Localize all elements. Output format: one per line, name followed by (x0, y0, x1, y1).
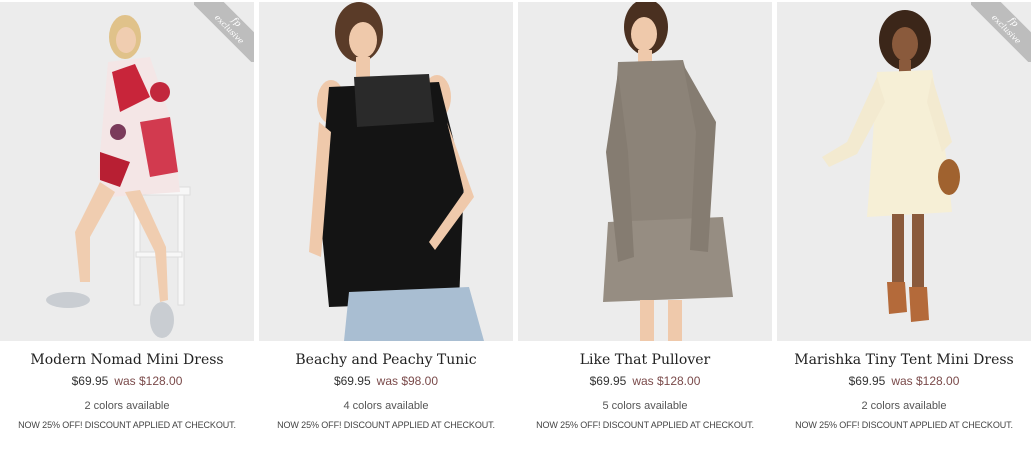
was-price: was $98.00 (376, 374, 439, 388)
product-name[interactable]: Beachy and Peachy Tunic (259, 352, 513, 369)
product-card[interactable]: fp exclusive Modern Nomad Mini Dress $69… (0, 2, 254, 431)
colors-available: 5 colors available (602, 400, 688, 412)
product-grid: fp exclusive Modern Nomad Mini Dress $69… (0, 0, 1033, 431)
colors-available: 4 colors available (343, 400, 429, 412)
promo-text: NOW 25% OFF! DISCOUNT APPLIED AT CHECKOU… (277, 420, 495, 430)
product-image[interactable]: fp exclusive (777, 2, 1031, 341)
product-prices: $69.95 was $128.00 (0, 374, 254, 389)
was-price: was $128.00 (632, 374, 701, 388)
promo-text: NOW 25% OFF! DISCOUNT APPLIED AT CHECKOU… (795, 420, 1013, 430)
colors-available: 2 colors available (84, 400, 170, 412)
product-name[interactable]: Like That Pullover (518, 352, 772, 369)
product-prices: $69.95 was $98.00 (259, 374, 513, 389)
product-name[interactable]: Marishka Tiny Tent Mini Dress (777, 352, 1031, 369)
product-image[interactable] (518, 2, 772, 341)
sale-price: $69.95 (71, 374, 109, 388)
product-prices: $69.95 was $128.00 (518, 374, 772, 389)
product-prices: $69.95 was $128.00 (777, 374, 1031, 389)
promo-text: NOW 25% OFF! DISCOUNT APPLIED AT CHECKOU… (18, 420, 236, 430)
was-price: was $128.00 (114, 374, 183, 388)
product-image[interactable]: fp exclusive (0, 2, 254, 341)
colors-available: 2 colors available (861, 400, 947, 412)
product-card[interactable]: Beachy and Peachy Tunic $69.95 was $98.00… (259, 2, 513, 431)
product-image[interactable] (259, 2, 513, 341)
promo-text: NOW 25% OFF! DISCOUNT APPLIED AT CHECKOU… (536, 420, 754, 430)
was-price: was $128.00 (891, 374, 960, 388)
product-name[interactable]: Modern Nomad Mini Dress (0, 352, 254, 369)
product-card[interactable]: fp exclusive Marishka Tiny Tent Mini Dre… (777, 2, 1031, 431)
sale-price: $69.95 (848, 374, 886, 388)
product-card[interactable]: Like That Pullover $69.95 was $128.00 5 c… (518, 2, 772, 431)
exclusive-badge: fp exclusive (194, 2, 254, 62)
sale-price: $69.95 (589, 374, 627, 388)
exclusive-badge: fp exclusive (971, 2, 1031, 62)
sale-price: $69.95 (333, 374, 371, 388)
